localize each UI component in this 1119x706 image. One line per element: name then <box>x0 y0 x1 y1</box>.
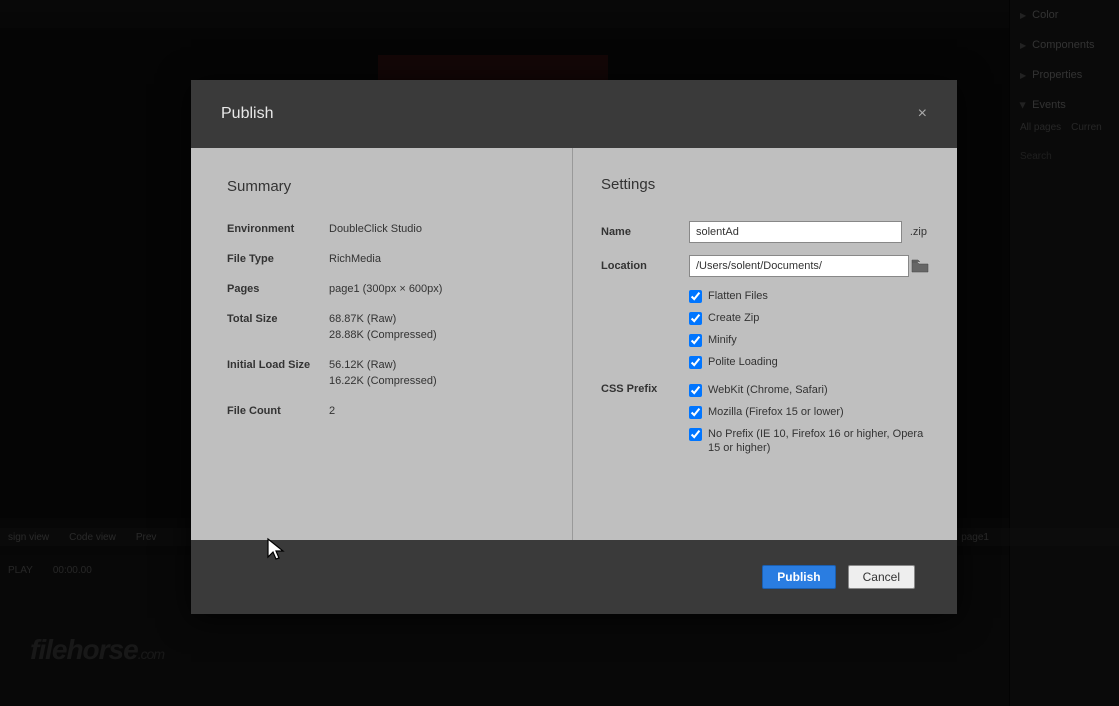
mozilla-option[interactable]: Mozilla (Firefox 15 or lower) <box>689 405 928 419</box>
name-extension: .zip <box>904 226 929 238</box>
summary-pages: Pages page1 (300px × 600px) <box>227 283 536 295</box>
initial-label: Initial Load Size <box>227 359 329 387</box>
minify-label: Minify <box>708 333 737 347</box>
mozilla-checkbox[interactable] <box>689 406 702 419</box>
publish-button[interactable]: Publish <box>762 565 835 589</box>
dialog-footer: Publish Cancel <box>191 540 957 614</box>
summary-initialsize: Initial Load Size 56.12K (Raw) 16.22K (C… <box>227 359 536 387</box>
css-prefix-label: CSS Prefix <box>601 383 689 395</box>
initial-compressed: 16.22K (Compressed) <box>329 375 437 387</box>
css-prefix-row: CSS Prefix WebKit (Chrome, Safari) Mozil… <box>601 383 929 463</box>
pages-label: Pages <box>227 283 329 295</box>
totalsize-label: Total Size <box>227 313 329 341</box>
setting-location-row: Location <box>601 255 929 277</box>
dialog-header: Publish × <box>191 80 957 148</box>
pages-value: page1 (300px × 600px) <box>329 283 442 295</box>
publish-dialog: Publish × Summary Environment DoubleClic… <box>191 80 957 614</box>
noprefix-label: No Prefix (IE 10, Firefox 16 or higher, … <box>708 427 928 455</box>
name-label: Name <box>601 226 689 238</box>
location-input[interactable] <box>689 255 909 277</box>
polite-label: Polite Loading <box>708 355 778 369</box>
summary-totalsize: Total Size 68.87K (Raw) 28.88K (Compress… <box>227 313 536 341</box>
filecount-label: File Count <box>227 405 329 417</box>
folder-icon[interactable] <box>911 259 929 273</box>
create-zip-option[interactable]: Create Zip <box>689 311 929 325</box>
mouse-cursor <box>266 537 288 563</box>
summary-environment: Environment DoubleClick Studio <box>227 223 536 235</box>
createzip-label: Create Zip <box>708 311 759 325</box>
summary-heading: Summary <box>227 178 536 195</box>
summary-filetype: File Type RichMedia <box>227 253 536 265</box>
webkit-label: WebKit (Chrome, Safari) <box>708 383 828 397</box>
close-icon[interactable]: × <box>918 105 927 123</box>
dialog-title: Publish <box>221 105 273 123</box>
environment-value: DoubleClick Studio <box>329 223 422 235</box>
settings-heading: Settings <box>601 176 929 193</box>
summary-column: Summary Environment DoubleClick Studio F… <box>191 148 573 540</box>
totalsize-compressed: 28.88K (Compressed) <box>329 329 437 341</box>
polite-loading-option[interactable]: Polite Loading <box>689 355 929 369</box>
polite-checkbox[interactable] <box>689 356 702 369</box>
summary-filecount: File Count 2 <box>227 405 536 417</box>
initial-raw: 56.12K (Raw) <box>329 359 396 371</box>
flatten-files-option[interactable]: Flatten Files <box>689 289 929 303</box>
environment-label: Environment <box>227 223 329 235</box>
filetype-label: File Type <box>227 253 329 265</box>
noprefix-checkbox[interactable] <box>689 428 702 441</box>
flatten-label: Flatten Files <box>708 289 768 303</box>
name-input[interactable] <box>689 221 902 243</box>
createzip-checkbox[interactable] <box>689 312 702 325</box>
setting-name-row: Name .zip <box>601 221 929 243</box>
output-options-group: Flatten Files Create Zip Minify Polite L… <box>689 289 929 369</box>
webkit-checkbox[interactable] <box>689 384 702 397</box>
noprefix-option[interactable]: No Prefix (IE 10, Firefox 16 or higher, … <box>689 427 928 455</box>
flatten-checkbox[interactable] <box>689 290 702 303</box>
minify-option[interactable]: Minify <box>689 333 929 347</box>
settings-column: Settings Name .zip Location <box>573 148 957 540</box>
filecount-value: 2 <box>329 405 335 417</box>
totalsize-raw: 68.87K (Raw) <box>329 313 396 325</box>
webkit-option[interactable]: WebKit (Chrome, Safari) <box>689 383 928 397</box>
mozilla-label: Mozilla (Firefox 15 or lower) <box>708 405 844 419</box>
cancel-button[interactable]: Cancel <box>848 565 915 589</box>
location-label: Location <box>601 260 689 272</box>
filetype-value: RichMedia <box>329 253 381 265</box>
minify-checkbox[interactable] <box>689 334 702 347</box>
